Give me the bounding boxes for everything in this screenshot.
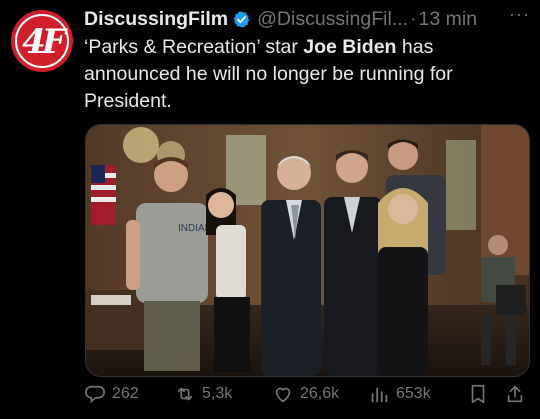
separator-dot: ·	[410, 7, 417, 30]
tweet-actions: 262 5,3k 26,6k 653k	[84, 383, 532, 411]
like-button[interactable]: 26,6k	[272, 383, 339, 405]
verified-badge-icon	[233, 10, 250, 28]
share-icon	[507, 385, 523, 403]
repost-button[interactable]: 5,3k	[174, 383, 232, 405]
views-count: 653k	[396, 385, 431, 402]
bookmark-button[interactable]	[467, 383, 495, 405]
avatar-logo-mark: 4F	[22, 22, 66, 62]
reply-button[interactable]: 262	[84, 383, 139, 405]
more-options-icon[interactable]: ···	[509, 4, 530, 25]
tweet-text: ‘Parks & Recreation’ star Joe Biden has …	[84, 34, 524, 115]
reply-count: 262	[112, 385, 139, 402]
reply-icon	[85, 385, 105, 404]
views-chart-icon	[371, 387, 388, 403]
user-handle[interactable]: @DiscussingFil...	[257, 8, 408, 31]
tweet-photo[interactable]: INDIANA	[85, 124, 530, 377]
tweet-text-start: ‘Parks & Recreation’ star	[84, 36, 304, 58]
avatar[interactable]: 4F	[11, 10, 73, 72]
repost-count: 5,3k	[202, 385, 233, 402]
repost-icon	[177, 387, 193, 401]
bookmark-icon	[471, 384, 485, 404]
share-button[interactable]	[504, 383, 532, 405]
heart-icon	[275, 387, 291, 403]
tweet-header: DiscussingFilm @DiscussingFil... · 13 mi…	[84, 6, 530, 32]
like-count: 26,6k	[300, 385, 340, 402]
timestamp[interactable]: 13 min	[419, 8, 478, 31]
tweet-text-bold: Joe Biden	[303, 36, 397, 58]
views-button[interactable]: 653k	[368, 383, 431, 405]
photo-illustration: INDIANA	[86, 125, 529, 376]
display-name[interactable]: DiscussingFilm	[84, 8, 228, 31]
